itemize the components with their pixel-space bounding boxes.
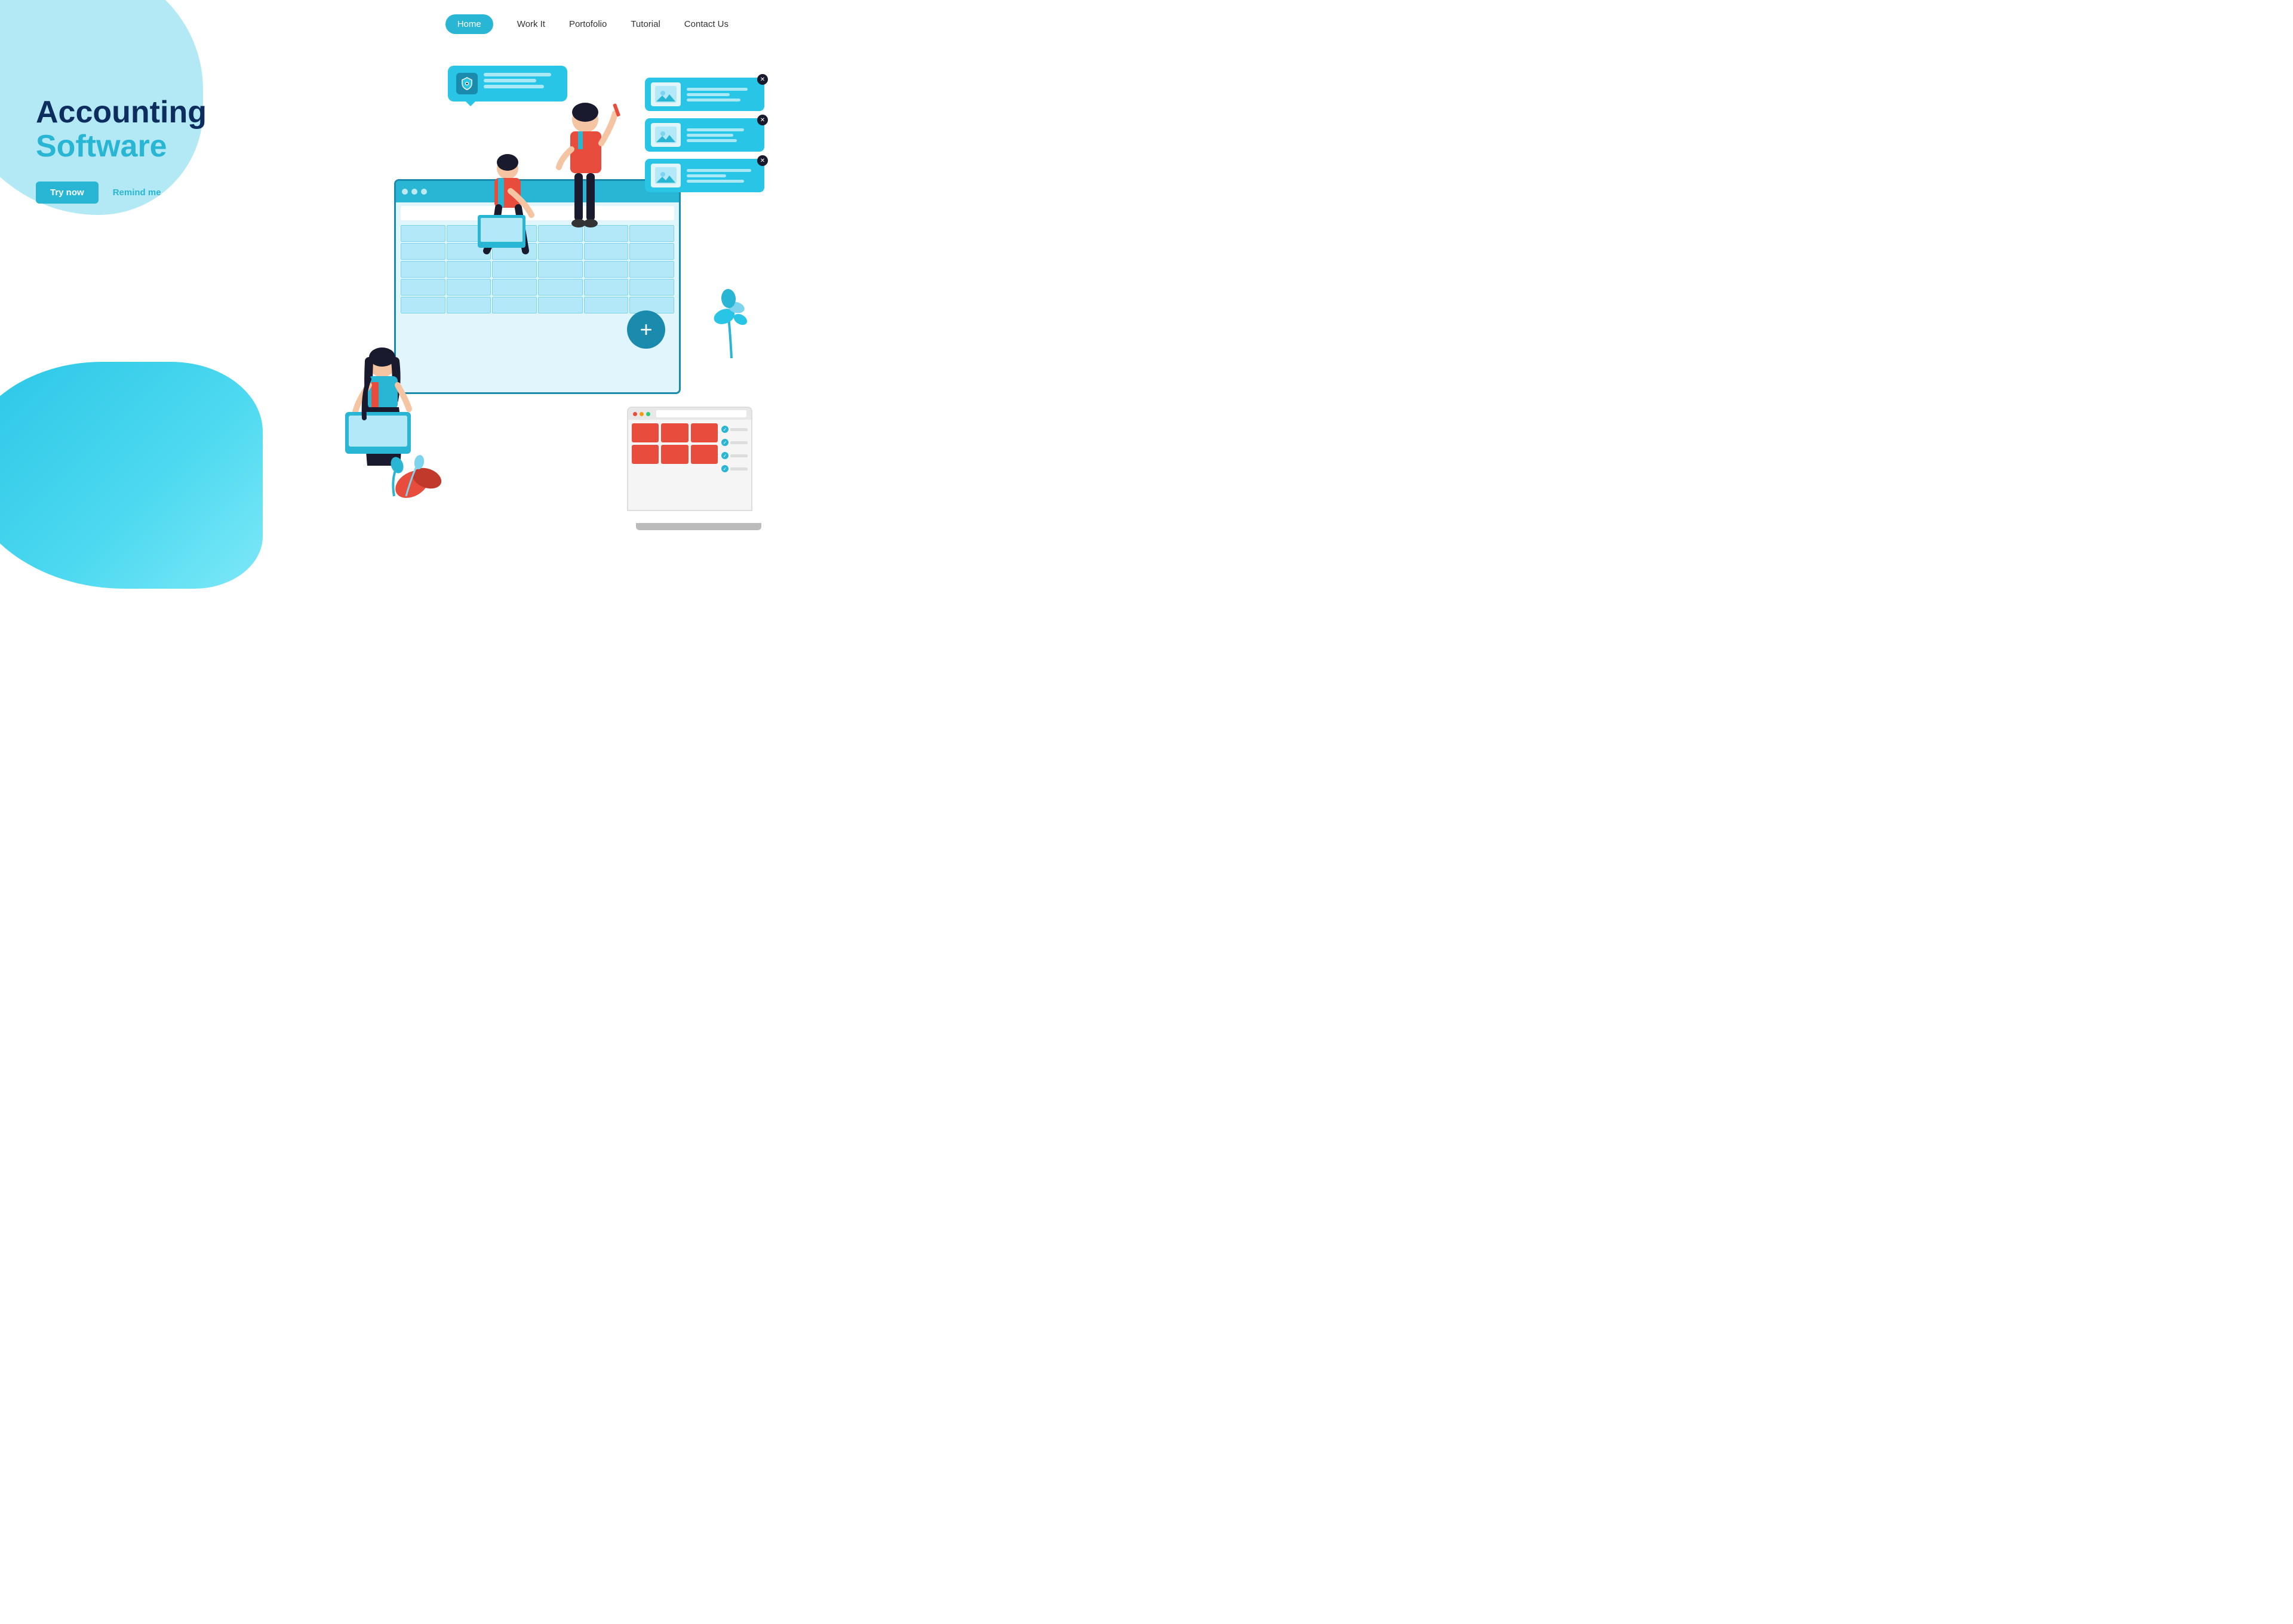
laptop-titlebar [628,408,751,420]
calendar-grid [632,423,718,464]
nav-portfolio[interactable]: Portofolio [569,19,607,29]
max-dot [646,412,650,416]
check-row-3: ✓ [721,452,748,459]
check-line [730,428,748,431]
calendar-area [632,423,718,472]
notif-card-1: ✕ [645,78,764,111]
notif-image-1 [651,82,681,106]
notif-image-3 [651,164,681,187]
nav-home[interactable]: Home [445,14,493,34]
check-row-2: ✓ [721,439,748,446]
hero-buttons: Try now Remind me [36,182,207,204]
cal-cell [661,423,688,442]
cal-cell [661,445,688,464]
check-icon: ✓ [721,452,729,459]
notification-cards: ✕ ✕ [645,78,764,192]
remind-me-button[interactable]: Remind me [113,187,161,198]
cal-cell [691,445,718,464]
try-now-button[interactable]: Try now [36,182,99,204]
check-row-4: ✓ [721,465,748,472]
notif-lines-1 [687,88,758,102]
mini-laptop: ✓ ✓ ✓ ✓ [627,407,752,511]
hero-section: Accounting Software Try now Remind me [36,96,207,204]
check-icon: ✓ [721,426,729,433]
check-icon: ✓ [721,465,729,472]
cal-cell [632,423,659,442]
notif-image-2 [651,123,681,147]
plant-decoration [382,442,454,505]
chat-lines [484,73,559,88]
add-button[interactable]: + [627,310,665,349]
check-line [730,441,748,444]
nav-tutorial[interactable]: Tutorial [631,19,660,29]
url-bar-mini [656,410,746,417]
bg-blob-bottomleft [0,362,263,589]
chat-bubble [448,66,567,102]
nav-contact[interactable]: Contact Us [684,19,729,29]
close-card-3[interactable]: ✕ [757,155,768,166]
min-dot [640,412,644,416]
close-card-2[interactable]: ✕ [757,115,768,125]
illustration-area: ✕ ✕ [275,0,764,541]
nav-work-it[interactable]: Work It [517,19,545,29]
check-line [730,454,748,457]
close-card-1[interactable]: ✕ [757,74,768,85]
notif-card-2: ✕ [645,118,764,152]
hero-title-line2: Software [36,130,207,164]
notif-lines-2 [687,128,758,142]
check-line [730,467,748,470]
notif-card-3: ✕ [645,159,764,192]
close-dot [633,412,637,416]
plant-right [708,287,755,361]
check-icon: ✓ [721,439,729,446]
check-row-1: ✓ [721,426,748,433]
cal-cell [691,423,718,442]
cal-cell [632,445,659,464]
navigation: Home Work It Portofolio Tutorial Contact… [0,0,764,48]
laptop-content: ✓ ✓ ✓ ✓ [628,420,751,476]
laptop-base [636,523,761,530]
notif-lines-3 [687,169,758,183]
checklist-area: ✓ ✓ ✓ ✓ [718,423,748,472]
hero-title-line1: Accounting [36,96,207,130]
shield-icon [456,73,478,94]
